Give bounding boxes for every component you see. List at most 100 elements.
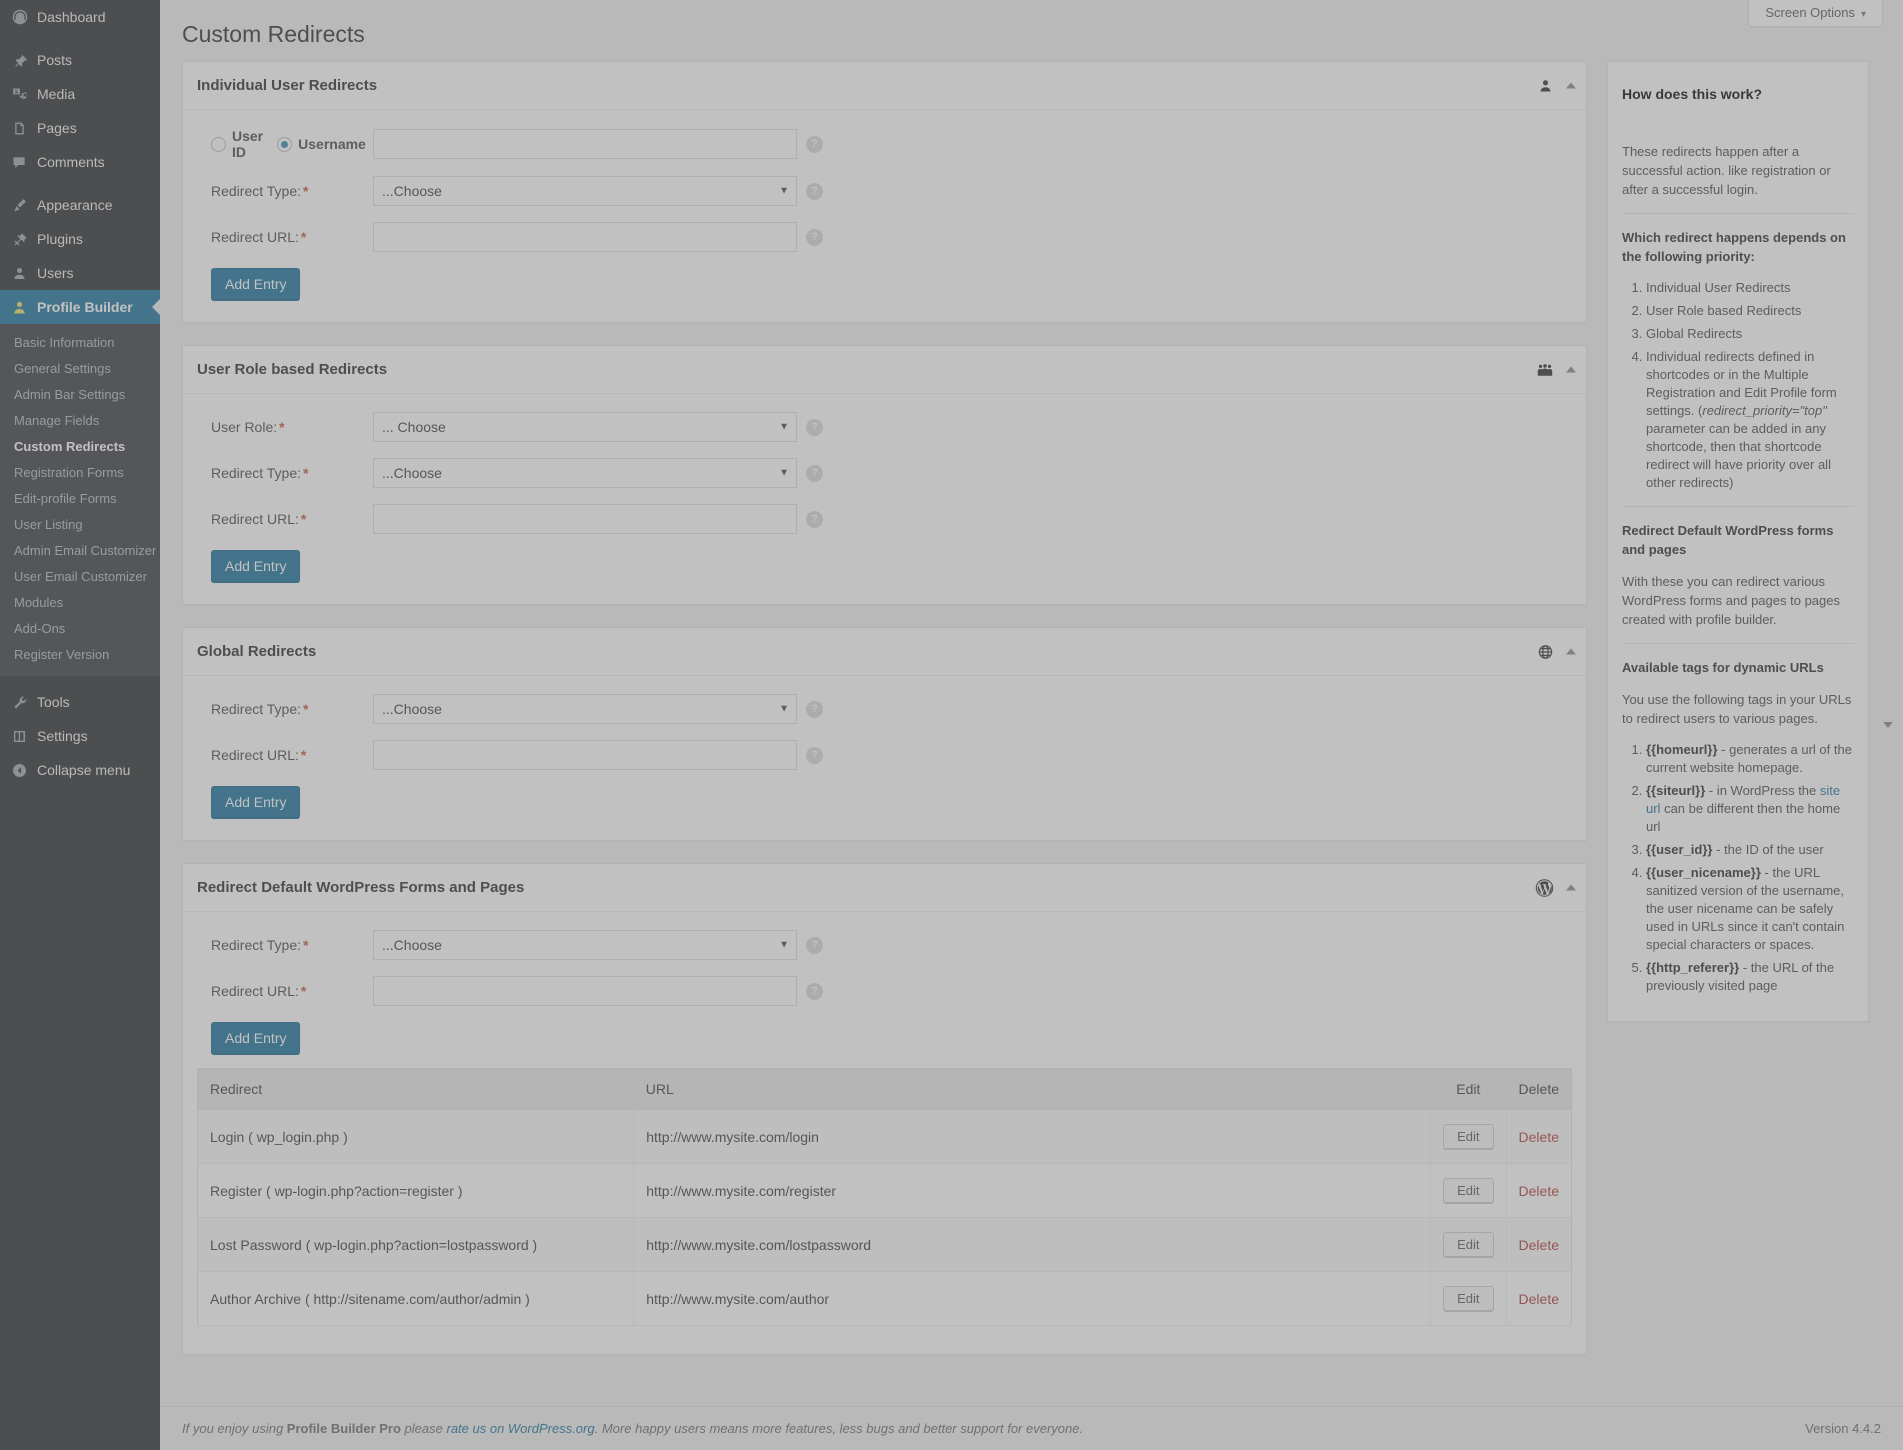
add-entry-button[interactable]: Add Entry (211, 550, 301, 582)
sidebar-item-label: Plugins (37, 231, 83, 247)
submenu-item-manage-fields[interactable]: Manage Fields (0, 408, 160, 434)
required-marker: * (300, 229, 307, 245)
redirect-type-select[interactable]: ...Choose (373, 176, 797, 206)
page-icon (11, 120, 37, 137)
sidebar-item-label: Appearance (37, 197, 113, 213)
cell-redirect: Register ( wp-login.php?action=register … (197, 1163, 634, 1218)
submenu-item-general-settings[interactable]: General Settings (0, 356, 160, 382)
panel-header[interactable]: Individual User Redirects (183, 62, 1586, 110)
cell-redirect: Login ( wp_login.php ) (197, 1109, 634, 1164)
submenu-item-basic-information[interactable]: Basic Information (0, 330, 160, 356)
sidebar-item-collapse-menu[interactable]: Collapse menu (0, 753, 160, 787)
submenu-item-add-ons[interactable]: Add-Ons (0, 616, 160, 642)
help-icon[interactable]: ? (806, 510, 823, 528)
submenu-item-admin-email-customizer[interactable]: Admin Email Customizer (0, 538, 160, 564)
sidebar-item-tools[interactable]: Tools (0, 685, 160, 719)
add-entry-button[interactable]: Add Entry (211, 786, 301, 818)
table-body: Login ( wp_login.php ) http://www.mysite… (197, 1109, 1572, 1326)
edit-button[interactable]: Edit (1443, 1178, 1494, 1203)
tag-desc-a: - in WordPress the (1705, 783, 1820, 799)
help-icon[interactable]: ? (806, 464, 823, 482)
screen-options-label: Screen Options (1765, 5, 1855, 20)
toggle-panel-icon[interactable] (1566, 366, 1576, 373)
submenu-item-custom-redirects[interactable]: Custom Redirects (0, 434, 160, 460)
submenu-item-registration-forms[interactable]: Registration Forms (0, 460, 160, 486)
redirect-type-label: Redirect Type: * (197, 183, 373, 199)
redirect-url-input[interactable] (373, 976, 797, 1006)
form-row-redirect-url: Redirect URL: * ? (197, 976, 1572, 1006)
list-item: {{user_id}} - the ID of the user (1646, 841, 1854, 859)
user-role-select[interactable]: ... Choose (373, 412, 797, 442)
toggle-panel-icon[interactable] (1566, 82, 1576, 89)
toggle-panel-icon[interactable] (1883, 722, 1893, 728)
help-icon[interactable]: ? (806, 418, 823, 436)
help-icon[interactable]: ? (806, 936, 823, 954)
redirect-url-label: Redirect URL: * (197, 747, 373, 763)
user-identifier-radios: User ID Username * (197, 128, 387, 160)
sidebar-item-profile-builder[interactable]: Profile Builder (0, 290, 160, 324)
submenu-item-user-email-customizer[interactable]: User Email Customizer (0, 564, 160, 590)
edit-button[interactable]: Edit (1443, 1124, 1494, 1149)
sidebar-item-dashboard[interactable]: Dashboard (0, 0, 160, 34)
sidebar-item-pages[interactable]: Pages (0, 111, 160, 145)
submenu-item-user-listing[interactable]: User Listing (0, 512, 160, 538)
panel-header[interactable]: User Role based Redirects (183, 346, 1586, 394)
sidebar-item-media[interactable]: Media (0, 77, 160, 111)
column-header-url: URL (633, 1068, 1431, 1110)
redirect-type-select[interactable]: ...Choose (373, 694, 797, 724)
redirect-url-input[interactable] (373, 740, 797, 770)
submenu-item-modules[interactable]: Modules (0, 590, 160, 616)
help-icon[interactable]: ? (806, 746, 823, 764)
username-input[interactable] (373, 129, 797, 159)
list-item: User Role based Redirects (1646, 302, 1854, 320)
cell-url: http://www.mysite.com/register (633, 1163, 1431, 1218)
delete-link[interactable]: Delete (1519, 1237, 1559, 1253)
help-icon[interactable]: ? (806, 228, 823, 246)
radio-user-id[interactable] (211, 136, 226, 152)
panel-body: Redirect Type: * ...Choose ▼ ? Redirect U… (183, 912, 1586, 1354)
delete-link[interactable]: Delete (1519, 1183, 1559, 1199)
delete-link[interactable]: Delete (1519, 1129, 1559, 1145)
comment-icon (11, 154, 37, 171)
help-icon[interactable]: ? (806, 135, 823, 153)
sidebar-item-posts[interactable]: Posts (0, 43, 160, 77)
toggle-panel-icon[interactable] (1566, 648, 1576, 655)
sidebar-item-comments[interactable]: Comments (0, 145, 160, 179)
edit-button[interactable]: Edit (1443, 1286, 1494, 1311)
panel-header[interactable]: How does this work? (1608, 74, 1893, 728)
add-entry-button[interactable]: Add Entry (211, 268, 301, 300)
sidebar-item-settings[interactable]: Settings (0, 719, 160, 753)
radio-username[interactable] (277, 136, 293, 152)
delete-link[interactable]: Delete (1519, 1291, 1559, 1307)
rate-us-link[interactable]: rate us on WordPress.org (446, 1421, 594, 1436)
help-icon[interactable]: ? (806, 700, 823, 718)
redirect-type-select[interactable]: ...Choose (373, 930, 797, 960)
footer-text-a: If you enjoy using (182, 1421, 287, 1436)
submenu-item-edit-profile-forms[interactable]: Edit-profile Forms (0, 486, 160, 512)
cell-delete: Delete (1505, 1163, 1572, 1218)
redirect-url-control: ? (373, 504, 823, 534)
edit-button[interactable]: Edit (1443, 1232, 1494, 1257)
sidebar-item-appearance[interactable]: Appearance (0, 188, 160, 222)
cell-edit: Edit (1430, 1109, 1507, 1164)
add-entry-button[interactable]: Add Entry (211, 1022, 301, 1054)
toggle-panel-icon[interactable] (1566, 884, 1576, 891)
sidebar-item-plugins[interactable]: Plugins (0, 222, 160, 256)
submenu-item-register-version[interactable]: Register Version (0, 642, 160, 668)
submenu-item-admin-bar-settings[interactable]: Admin Bar Settings (0, 382, 160, 408)
form-row-redirect-url: Redirect URL: * ? (197, 222, 1572, 252)
user-role-label: User Role: * (197, 419, 373, 435)
required-marker: * (300, 747, 307, 763)
redirect-url-input[interactable] (373, 504, 797, 534)
screen-options-button[interactable]: Screen Options ▾ (1748, 0, 1883, 27)
panel-header[interactable]: Redirect Default WordPress Forms and Pag… (183, 864, 1586, 912)
cell-edit: Edit (1430, 1271, 1507, 1326)
redirect-url-input[interactable] (373, 222, 797, 252)
help-icon[interactable]: ? (806, 182, 823, 200)
list-item: {{homeurl}} - generates a url of the cur… (1646, 741, 1854, 777)
sidebar-item-users[interactable]: Users (0, 256, 160, 290)
redirect-type-select[interactable]: ...Choose (373, 458, 797, 488)
wpforms-text: With these you can redirect various Word… (1622, 574, 1840, 628)
panel-header[interactable]: Global Redirects (183, 628, 1586, 676)
help-icon[interactable]: ? (806, 982, 823, 1000)
